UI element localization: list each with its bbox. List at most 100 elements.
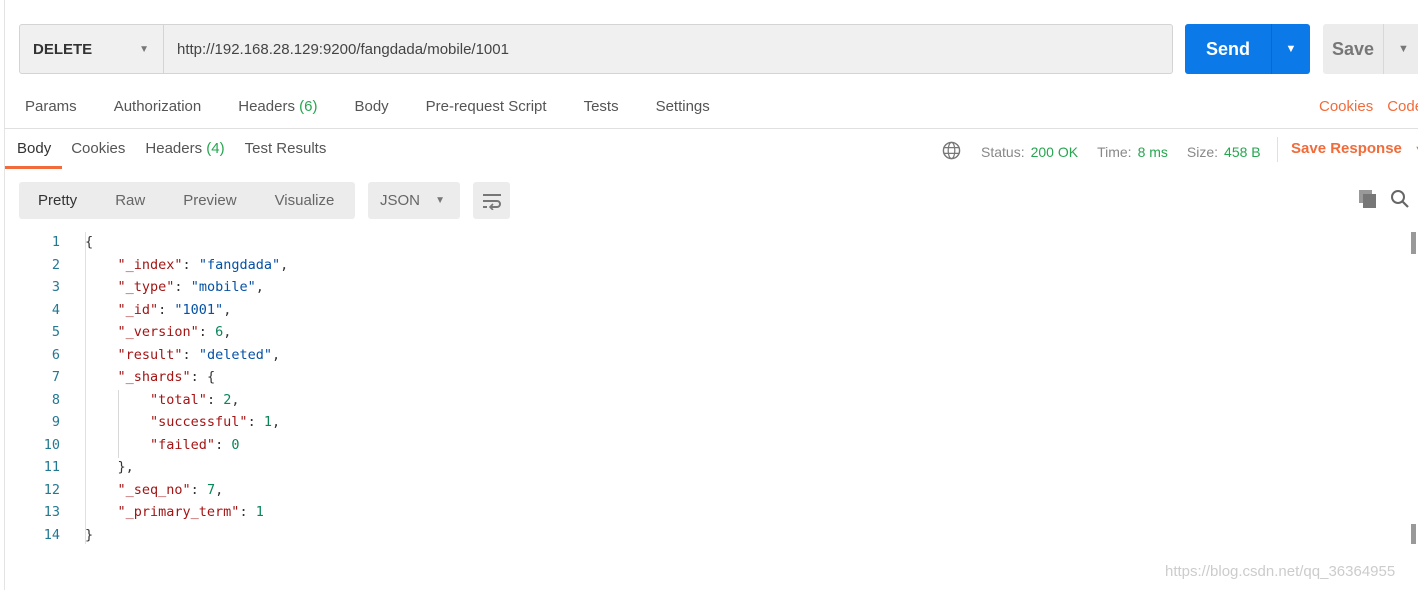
code-line: 4 "_id": "1001", (0, 299, 288, 322)
json-key: "_primary_term" (117, 504, 240, 520)
response-tabs: Body Cookies Headers (4) Test Results (17, 140, 346, 157)
view-mode-tabs: Pretty Raw Preview Visualize (19, 182, 355, 219)
url-input[interactable]: http://192.168.28.129:9200/fangdada/mobi… (164, 41, 509, 58)
scrollbar[interactable] (1411, 524, 1416, 544)
code-text: "_shards": { (117, 369, 216, 385)
code-text: "_primary_term": 1 (117, 504, 264, 520)
code-line: 9 "successful": 1, (0, 411, 288, 434)
json-key: "successful" (150, 414, 248, 430)
code-text: { (60, 231, 93, 254)
tab-settings[interactable]: Settings (656, 98, 710, 115)
json-punctuation: , (223, 324, 232, 340)
tab-body[interactable]: Body (354, 98, 388, 115)
tab-tests[interactable]: Tests (584, 98, 619, 115)
line-number: 3 (51, 279, 60, 295)
code-text: "total": 2, (150, 391, 240, 408)
code-text: } (60, 524, 93, 547)
json-punctuation: , (271, 346, 281, 363)
line-number: 1 (51, 234, 60, 250)
json-punctuation: , (231, 391, 240, 408)
tab-pre-request-script[interactable]: Pre-request Script (426, 98, 547, 115)
json-key: "failed" (150, 436, 216, 453)
tab-test-results[interactable]: Test Results (245, 140, 327, 157)
view-visualize[interactable]: Visualize (256, 192, 354, 209)
time-value[interactable]: 8 ms (1138, 144, 1168, 160)
json-value: "1001" (174, 301, 224, 318)
response-status: Status: 200 OK Time: 8 ms Size: 458 B (942, 141, 1280, 163)
json-punctuation: , (271, 414, 281, 430)
view-pretty[interactable]: Pretty (19, 192, 96, 209)
line-number: 4 (51, 301, 60, 318)
code-line: 14} (0, 524, 288, 547)
active-tab-indicator (5, 166, 62, 169)
code-text: "_type": "mobile", (117, 279, 264, 295)
code-line: 12 "_seq_no": 7, (0, 479, 288, 502)
view-raw[interactable]: Raw (96, 192, 164, 209)
send-options-chevron-icon[interactable]: ▼ (1272, 24, 1310, 74)
chevron-down-icon: ▼ (139, 43, 149, 55)
size-label: Size: (1186, 144, 1219, 160)
json-punctuation: , (125, 459, 134, 475)
line-number: 5 (51, 324, 60, 340)
tab-headers[interactable]: Headers (6) (238, 98, 317, 115)
line-number: 8 (51, 391, 60, 408)
json-value: 0 (231, 436, 240, 453)
cookies-link[interactable]: Cookies (1319, 98, 1373, 115)
line-number: 7 (51, 369, 60, 385)
save-options-chevron-icon[interactable]: ▼ (1384, 24, 1418, 74)
save-response-button[interactable]: Save Response ▼ (1291, 140, 1418, 157)
json-key: "_id" (117, 301, 159, 318)
code-text: "_seq_no": 7, (117, 481, 224, 498)
json-value: "deleted" (198, 346, 272, 363)
view-preview[interactable]: Preview (164, 192, 255, 209)
code-link[interactable]: Code (1387, 98, 1418, 115)
tab-response-cookies[interactable]: Cookies (71, 140, 125, 157)
wrap-lines-button[interactable] (473, 182, 510, 219)
code-text: "_version": 6, (117, 324, 232, 340)
tab-headers-label: Headers (238, 98, 295, 115)
code-line: 8 "total": 2, (0, 389, 288, 412)
save-button[interactable]: Save (1323, 24, 1384, 74)
json-key: "_version" (117, 324, 199, 340)
code-text: "failed": 0 (150, 436, 240, 453)
response-body-editor[interactable]: 1{2 "_index": "fangdada", 3 "_type": "mob… (0, 231, 289, 547)
url-bar: DELETE ▼ http://192.168.28.129:9200/fang… (19, 24, 1173, 74)
status-value[interactable]: 200 OK (1031, 144, 1078, 160)
send-button[interactable]: Send (1185, 24, 1272, 74)
chevron-down-icon: ▼ (435, 195, 445, 206)
json-value: } (117, 459, 126, 475)
line-number: 11 (43, 459, 60, 475)
headers-count: (6) (299, 98, 318, 115)
json-value: 6 (215, 324, 224, 340)
tab-response-body[interactable]: Body (17, 140, 51, 157)
method-select[interactable]: DELETE ▼ (20, 25, 164, 73)
save-button-group: Save ▼ (1323, 24, 1418, 74)
code-text: "_id": "1001", (117, 301, 232, 318)
tab-authorization[interactable]: Authorization (114, 98, 202, 115)
response-headers-count: (4) (206, 140, 225, 157)
tab-response-headers[interactable]: Headers (4) (145, 140, 224, 157)
globe-icon[interactable] (942, 141, 961, 163)
code-text: "_index": "fangdada", (117, 256, 289, 273)
copy-icon[interactable] (1358, 189, 1378, 214)
method-label: DELETE (33, 40, 93, 58)
scrollbar[interactable] (1411, 232, 1416, 254)
chevron-down-icon: ▼ (1414, 144, 1418, 156)
wrap-icon (482, 193, 501, 210)
code-text: "successful": 1, (150, 414, 281, 430)
json-value: 7 (206, 481, 216, 498)
tab-params[interactable]: Params (25, 98, 77, 115)
code-line: 3 "_type": "mobile", (0, 276, 288, 299)
line-number: 9 (51, 414, 60, 430)
json-value: "fangdada" (198, 256, 281, 273)
format-select[interactable]: JSON ▼ (368, 182, 460, 219)
line-number: 14 (43, 526, 60, 543)
json-key: "_type" (117, 279, 175, 295)
time-label: Time: (1097, 144, 1132, 160)
code-line: 5 "_version": 6, (0, 321, 288, 344)
size-value[interactable]: 458 B (1224, 144, 1261, 160)
json-punctuation: , (223, 301, 232, 318)
json-value: "mobile" (190, 279, 256, 295)
search-icon[interactable] (1390, 189, 1410, 214)
code-line: 1{ (0, 231, 288, 254)
